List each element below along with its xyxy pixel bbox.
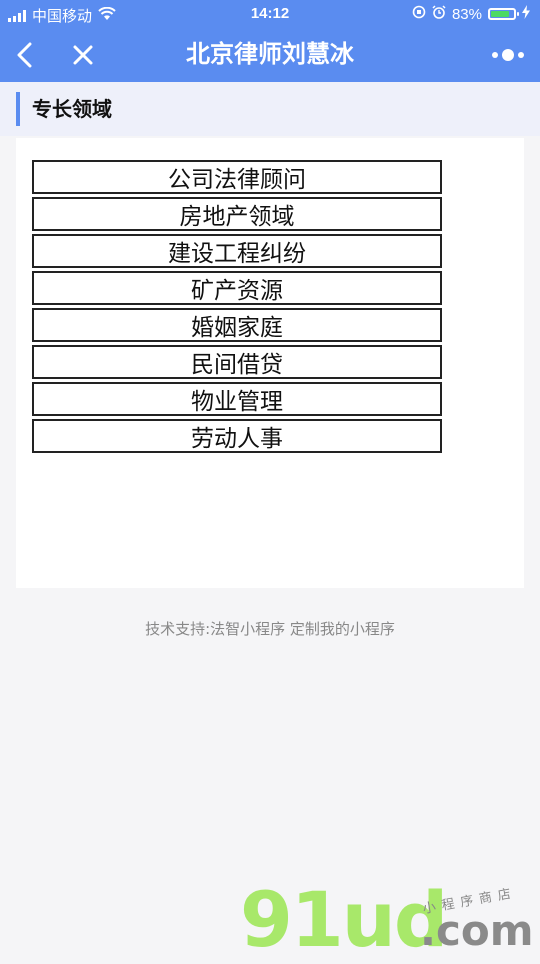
list-item: 房地产领域 [32,197,442,231]
orientation-lock-icon [412,5,426,23]
list-item: 物业管理 [32,382,442,416]
section-header: 专长领域 [0,82,540,136]
list-item: 劳动人事 [32,419,442,453]
alarm-icon [432,5,446,23]
section-title: 专长领域 [32,97,112,121]
more-dots-icon[interactable] [492,45,524,65]
status-right: 83% [412,5,530,23]
list-item: 建设工程纠纷 [32,234,442,268]
battery-icon [488,8,519,20]
section-accent-bar [16,92,20,126]
battery-percent: 83% [451,5,482,23]
watermark-logo-text: 91ud [240,875,448,964]
list-item: 婚姻家庭 [32,308,442,342]
tech-support-footer[interactable]: 技术支持:法智小程序 定制我的小程序 [0,618,540,639]
specialty-card: 公司法律顾问 房地产领域 建设工程纠纷 矿产资源 婚姻家庭 民间借贷 物业管理 … [16,138,524,588]
page-title: 北京律师刘慧冰 [186,41,354,68]
status-bar: 中国移动 14:12 83% [0,0,540,28]
list-item: 民间借贷 [32,345,442,379]
watermark-logo: 91ud 小程序商店 .com [240,880,540,960]
specialty-list: 公司法律顾问 房地产领域 建设工程纠纷 矿产资源 婚姻家庭 民间借贷 物业管理 … [32,160,442,456]
nav-bar: 北京律师刘慧冰 [0,28,540,82]
charging-icon [522,5,530,23]
watermark-domain: .com [420,906,534,955]
battery-fill [491,11,509,17]
list-item: 公司法律顾问 [32,160,442,194]
list-item: 矿产资源 [32,271,442,305]
